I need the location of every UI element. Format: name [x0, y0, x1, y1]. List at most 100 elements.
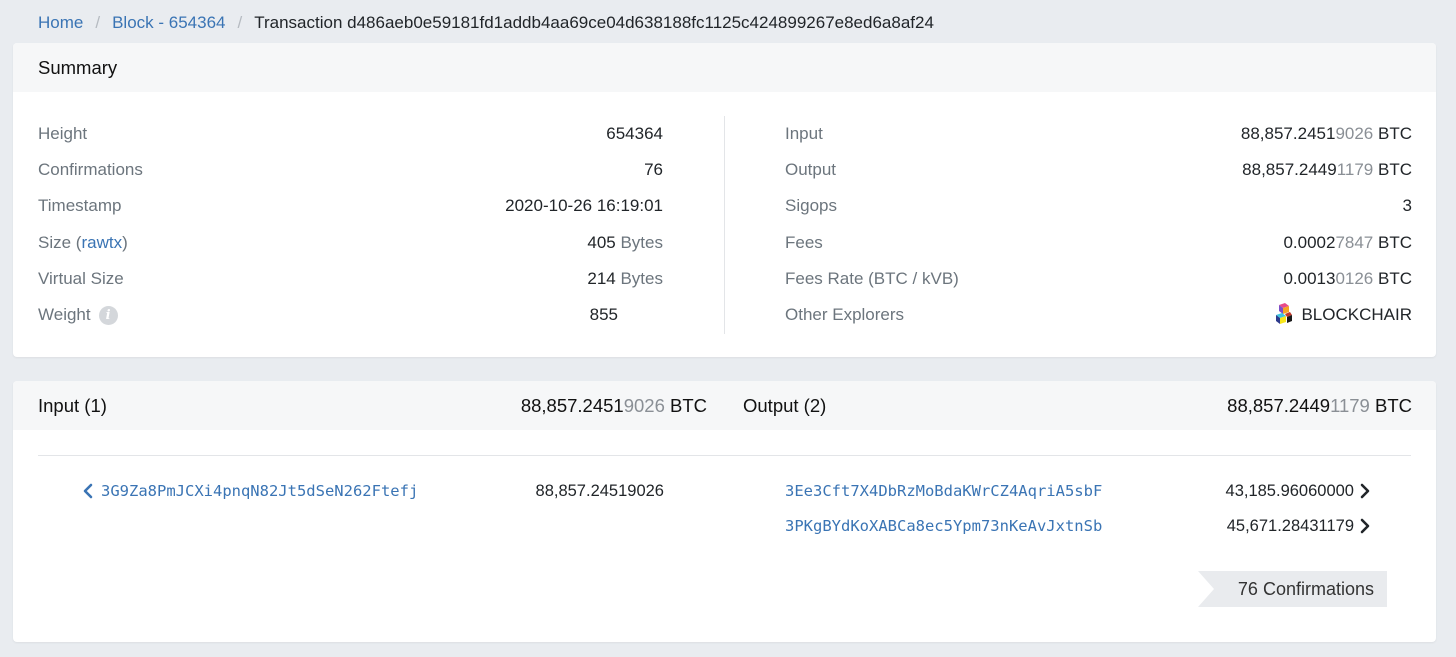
- blockchair-link[interactable]: BLOCKCHAIR: [1273, 303, 1412, 327]
- input-unit: BTC: [1378, 124, 1412, 144]
- sigops-value: 3: [1402, 196, 1412, 216]
- output-section-title: Output (2): [743, 394, 827, 416]
- input-amount-tail: 9026: [1335, 124, 1374, 144]
- chevron-right-icon[interactable]: [1358, 483, 1372, 499]
- size-number: 405: [587, 232, 616, 252]
- input-total-unit: BTC: [670, 394, 707, 416]
- io-divider: [38, 455, 1411, 456]
- io-header: Input (1) 88,857.2451 9026 BTC Output (2)…: [13, 381, 1436, 430]
- blockchair-logo-icon: [1276, 303, 1293, 325]
- explorers-label: Other Explorers: [785, 305, 905, 325]
- summary-row-feerate: Fees Rate (BTC / kVB) 0.0013 0126 BTC: [785, 261, 1412, 297]
- output-amount-tail: 1179: [1336, 160, 1374, 180]
- breadcrumb-separator: /: [95, 13, 101, 32]
- size-value: 405 Bytes: [587, 233, 663, 253]
- feerate-value: 0.0013 0126 BTC: [1283, 269, 1412, 289]
- breadcrumb-current: Transaction d486aeb0e59181fd1addb4aa69ce…: [254, 13, 934, 32]
- rawtx-link[interactable]: rawtx: [81, 233, 122, 253]
- feerate-label: Fees Rate (BTC / kVB): [785, 268, 959, 288]
- output-row-amount-main: 43,185.9606: [1225, 481, 1318, 500]
- size-label-text: Size (: [38, 232, 82, 252]
- summary-row-weight: Weight i 855: [38, 297, 663, 333]
- vsize-label: Virtual Size: [38, 268, 124, 288]
- summary-row-timestamp: Timestamp 2020-10-26 16:19:01: [38, 188, 663, 224]
- summary-title: Summary: [38, 56, 118, 78]
- output-unit: BTC: [1378, 160, 1412, 180]
- summary-row-vsize: Virtual Size 214 Bytes: [38, 261, 663, 297]
- breadcrumb-home-link[interactable]: Home: [38, 13, 83, 33]
- output-total-unit: BTC: [1375, 394, 1412, 416]
- vsize-value: 214 Bytes: [587, 269, 663, 289]
- size-label-close: ): [122, 232, 128, 252]
- summary-body: Height 654364 Confirmations 76 Timestamp…: [13, 92, 1436, 357]
- summary-card: Summary Height 654364 Confirmations 76 T…: [13, 43, 1436, 357]
- fees-value: 0.0002 7847 BTC: [1283, 233, 1412, 253]
- output-label: Output: [785, 160, 837, 180]
- input-row-amount-tail: 9026: [627, 481, 664, 500]
- output-row-amount-main: 45,671.2843: [1226, 516, 1319, 535]
- input-value: 88,857.2451 9026 BTC: [1241, 124, 1412, 144]
- output-row-amount-tail: 0000: [1317, 481, 1354, 500]
- output-row-amount-tail: 1179: [1318, 516, 1354, 535]
- fees-amount-tail: 7847: [1335, 232, 1374, 252]
- fees-label: Fees: [785, 232, 823, 252]
- summary-header: Summary: [13, 43, 1436, 92]
- vsize-unit: Bytes: [620, 268, 663, 288]
- output-value: 88,857.2449 1179 BTC: [1242, 160, 1412, 180]
- summary-divider: [724, 116, 725, 334]
- summary-row-sigops: Sigops 3: [785, 188, 1412, 224]
- vsize-number: 214: [587, 268, 616, 288]
- confirmations-value: 76: [644, 160, 663, 180]
- info-icon[interactable]: i: [98, 305, 118, 325]
- blockchair-label: BLOCKCHAIR: [1301, 305, 1412, 325]
- input-total: 88,857.2451 9026 BTC: [521, 381, 707, 430]
- feerate-amount-tail: 0126: [1335, 268, 1374, 288]
- summary-row-input: Input 88,857.2451 9026 BTC: [785, 116, 1412, 152]
- summary-row-explorers: Other Explorers BLOCKCHAIR: [785, 297, 1412, 333]
- feerate-unit: BTC: [1378, 268, 1412, 288]
- output-address-link[interactable]: 3PKgBYdKoXABCa8ec5Ypm73nKeAvJxtnSb: [785, 517, 1102, 535]
- breadcrumb: Home / Block - 654364 / Transaction d486…: [38, 12, 934, 34]
- summary-left-column: Height 654364 Confirmations 76 Timestamp…: [38, 116, 663, 333]
- summary-row-output: Output 88,857.2449 1179 BTC: [785, 152, 1412, 188]
- input-section-title: Input (1): [38, 394, 107, 416]
- output-total: 88,857.2449 1179 BTC: [1227, 381, 1412, 430]
- summary-row-size: Size (rawtx) 405 Bytes: [38, 225, 663, 261]
- breadcrumb-block-link[interactable]: Block - 654364: [112, 13, 225, 33]
- height-label: Height: [38, 124, 88, 144]
- size-label: Size (rawtx): [38, 233, 128, 253]
- input-total-tail: 9026: [623, 394, 665, 416]
- summary-row-fees: Fees 0.0002 7847 BTC: [785, 225, 1412, 261]
- sigops-label: Sigops: [785, 196, 837, 216]
- summary-row-height: Height 654364: [38, 116, 663, 152]
- input-label: Input: [785, 124, 823, 144]
- output-row: 3Ee3Cft7X4DbRzMoBdaKWrCZ4AqriA5sbF: [785, 479, 1102, 503]
- feerate-amount-main: 0.0013: [1283, 268, 1336, 288]
- fees-unit: BTC: [1378, 232, 1412, 252]
- chevron-right-icon[interactable]: [1358, 518, 1372, 534]
- output-address-link[interactable]: 3Ee3Cft7X4DbRzMoBdaKWrCZ4AqriA5sbF: [785, 482, 1102, 500]
- weight-label-text: Weight: [38, 305, 91, 325]
- summary-right-column: Input 88,857.2451 9026 BTC Output 88,857.…: [785, 116, 1412, 333]
- input-row-amount-main: 88,857.2451: [535, 481, 628, 500]
- input-row: 3G9Za8PmJCXi4pnqN82Jt5dSeN262Ftefj: [81, 479, 418, 503]
- output-total-tail: 1179: [1330, 394, 1370, 416]
- confirmations-badge: 76 Confirmations: [1198, 571, 1387, 607]
- input-total-main: 88,857.2451: [520, 394, 624, 416]
- io-card: Input (1) 88,857.2451 9026 BTC Output (2)…: [13, 381, 1436, 642]
- output-amount: 43,185.9606 0000: [1226, 479, 1372, 503]
- output-row: 3PKgBYdKoXABCa8ec5Ypm73nKeAvJxtnSb: [785, 514, 1102, 538]
- input-amount: 88,857.2451 9026: [536, 479, 664, 503]
- timestamp-label: Timestamp: [38, 196, 122, 216]
- output-amount-main: 88,857.2449: [1242, 160, 1337, 180]
- fees-amount-main: 0.0002: [1283, 232, 1336, 252]
- confirmations-label: Confirmations: [38, 160, 143, 180]
- input-address-link[interactable]: 3G9Za8PmJCXi4pnqN82Jt5dSeN262Ftefj: [101, 482, 418, 500]
- output-amount: 45,671.2843 1179: [1227, 514, 1372, 538]
- weight-label: Weight i: [38, 305, 118, 325]
- height-link[interactable]: 654364: [606, 124, 663, 144]
- chevron-left-icon[interactable]: [81, 483, 95, 499]
- summary-row-confirmations: Confirmations 76: [38, 152, 663, 188]
- weight-value: 855: [589, 305, 618, 325]
- input-amount-main: 88,857.2451: [1240, 124, 1336, 144]
